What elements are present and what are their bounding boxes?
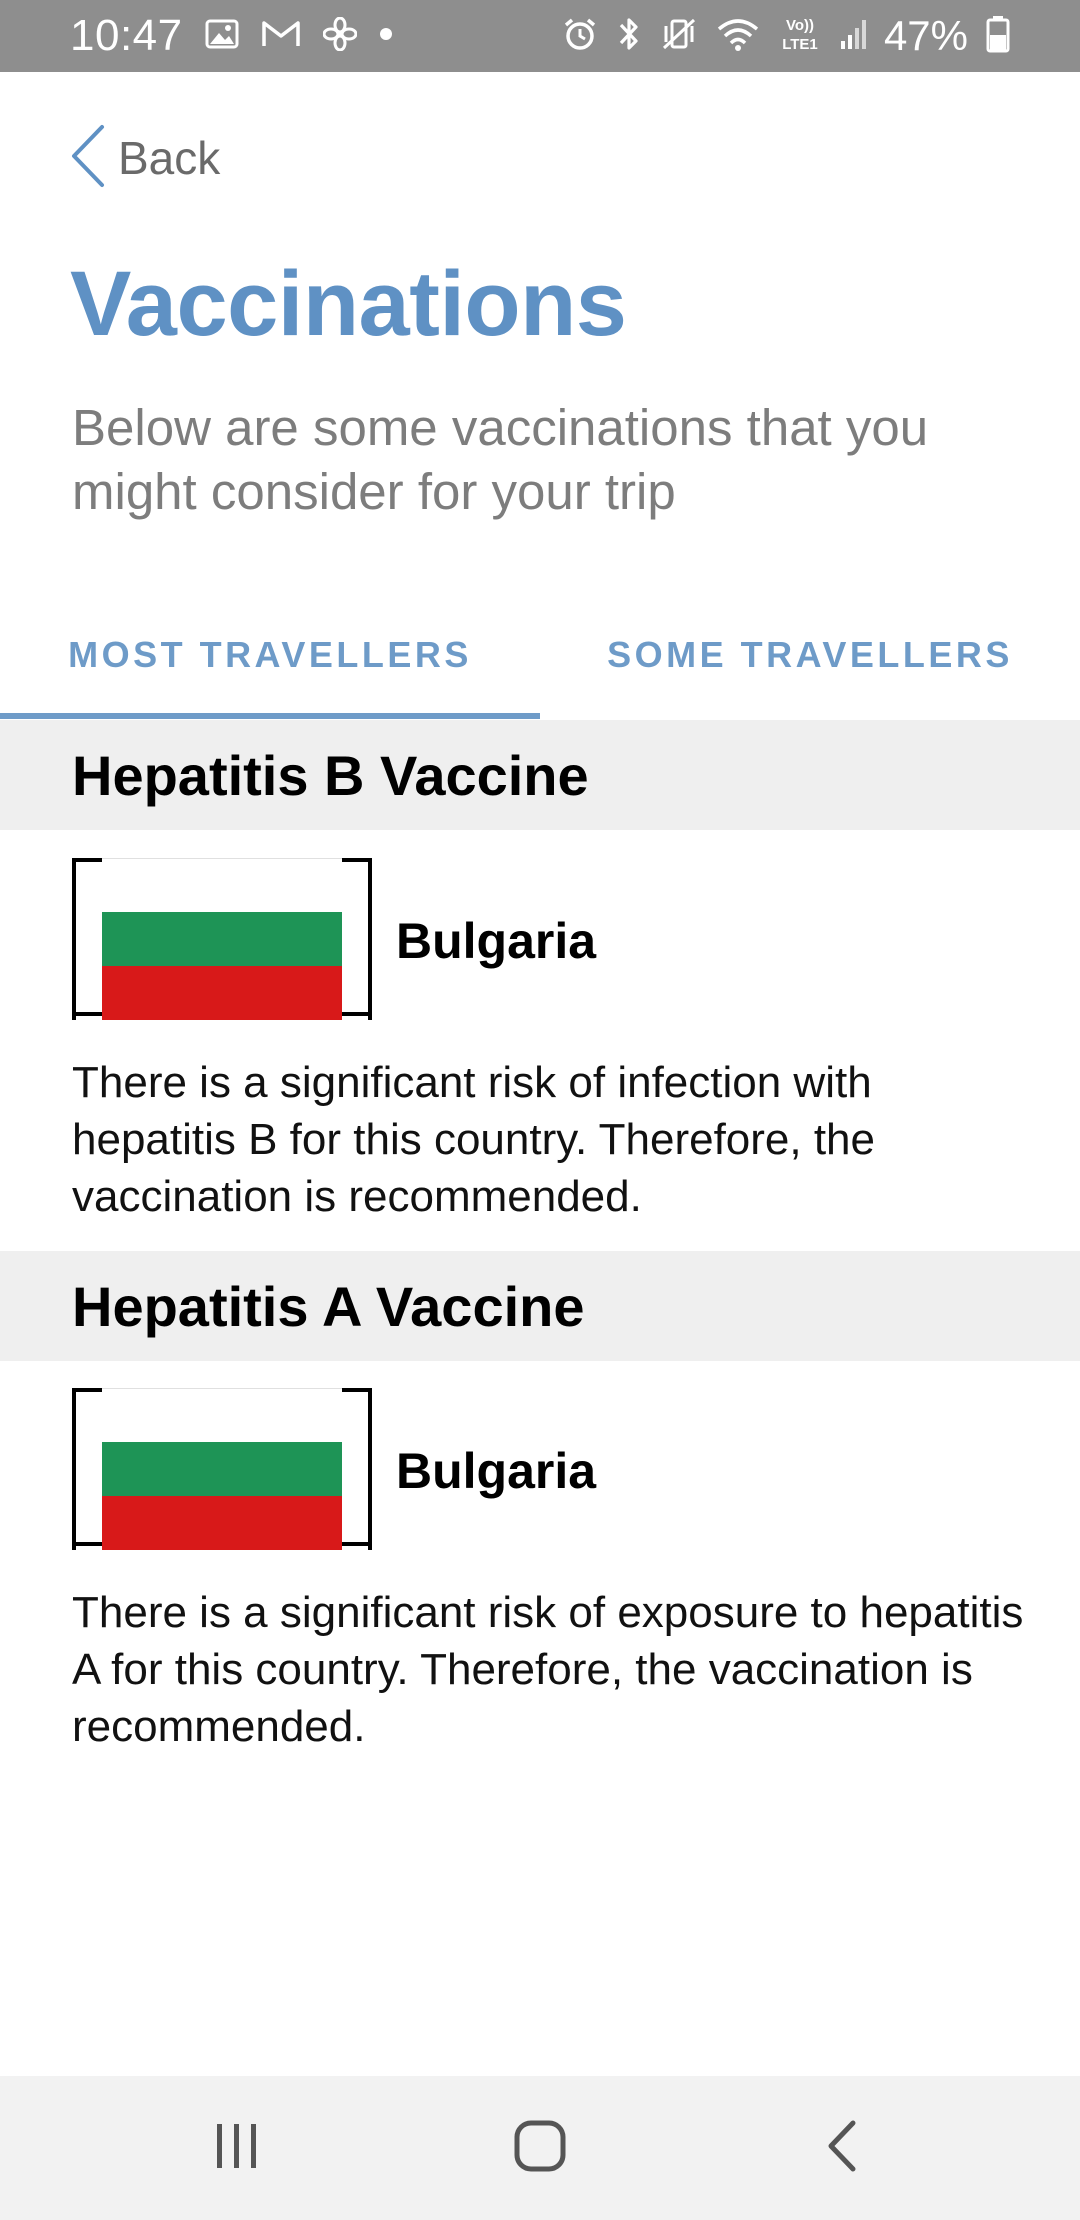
battery-percentage: 47%: [883, 12, 968, 59]
flag-stripe-white: [102, 1388, 342, 1442]
flag-stripe-green: [102, 912, 342, 966]
bluetooth-icon: [616, 15, 642, 58]
gmail-icon: [261, 19, 301, 54]
country-flag: [72, 858, 372, 1020]
back-icon: [825, 2119, 861, 2178]
vaccine-description: There is a significant risk of exposure …: [72, 1588, 1024, 1751]
chevron-left-icon: [68, 123, 108, 194]
country-name: Bulgaria: [396, 913, 597, 969]
flag-stripe-red: [102, 966, 342, 1020]
vaccine-section-header: Hepatitis A Vaccine: [0, 1251, 1080, 1361]
bulgaria-flag-icon: [102, 1388, 342, 1550]
vaccine-name: Hepatitis A Vaccine: [72, 1275, 585, 1338]
status-bar-right: Vo)) LTE1 47%: [544, 0, 1010, 72]
home-button[interactable]: [460, 2076, 620, 2220]
system-back-button[interactable]: [763, 2076, 923, 2220]
active-tab-indicator: [0, 713, 540, 719]
page-subtitle: Below are some vaccinations that you mig…: [72, 399, 929, 520]
vaccine-section-header: Hepatitis B Vaccine: [0, 720, 1080, 830]
page-title: Vaccinations: [70, 253, 627, 355]
country-name: Bulgaria: [396, 1443, 597, 1499]
svg-text:Vo)): Vo)): [786, 17, 814, 34]
fan-icon: [322, 16, 358, 56]
tab-some-travellers[interactable]: SOME TRAVELLERS: [540, 610, 1080, 700]
wifi-icon: [716, 16, 760, 57]
svg-text:LTE1: LTE1: [782, 36, 818, 53]
volte-icon: Vo)) LTE1: [778, 14, 822, 59]
battery-icon: [986, 15, 1010, 58]
vibrate-mute-icon: [660, 16, 698, 57]
tab-most-travellers[interactable]: MOST TRAVELLERS: [0, 610, 540, 700]
country-flag: [72, 1388, 372, 1550]
bulgaria-flag-icon: [102, 858, 342, 1020]
vaccine-description: There is a significant risk of infection…: [72, 1058, 875, 1221]
recents-icon: [212, 2122, 262, 2175]
system-navigation-bar: [0, 2076, 1080, 2220]
alarm-icon: [562, 16, 598, 57]
status-time: 10:47: [70, 11, 183, 60]
recents-button[interactable]: [157, 2076, 317, 2220]
flag-stripe-red: [102, 1496, 342, 1550]
home-icon: [513, 2119, 567, 2178]
notification-dot-icon: [379, 27, 393, 46]
back-button[interactable]: Back: [68, 118, 220, 198]
flag-stripe-green: [102, 1442, 342, 1496]
back-label: Back: [118, 132, 221, 184]
gallery-icon: [205, 19, 239, 54]
status-bar-left: 10:47: [70, 0, 393, 72]
flag-stripe-white: [102, 858, 342, 912]
signal-icon: [840, 17, 868, 56]
vaccine-name: Hepatitis B Vaccine: [72, 744, 589, 807]
status-bar: 10:47 Vo)) LTE1 47%: [0, 0, 1080, 72]
